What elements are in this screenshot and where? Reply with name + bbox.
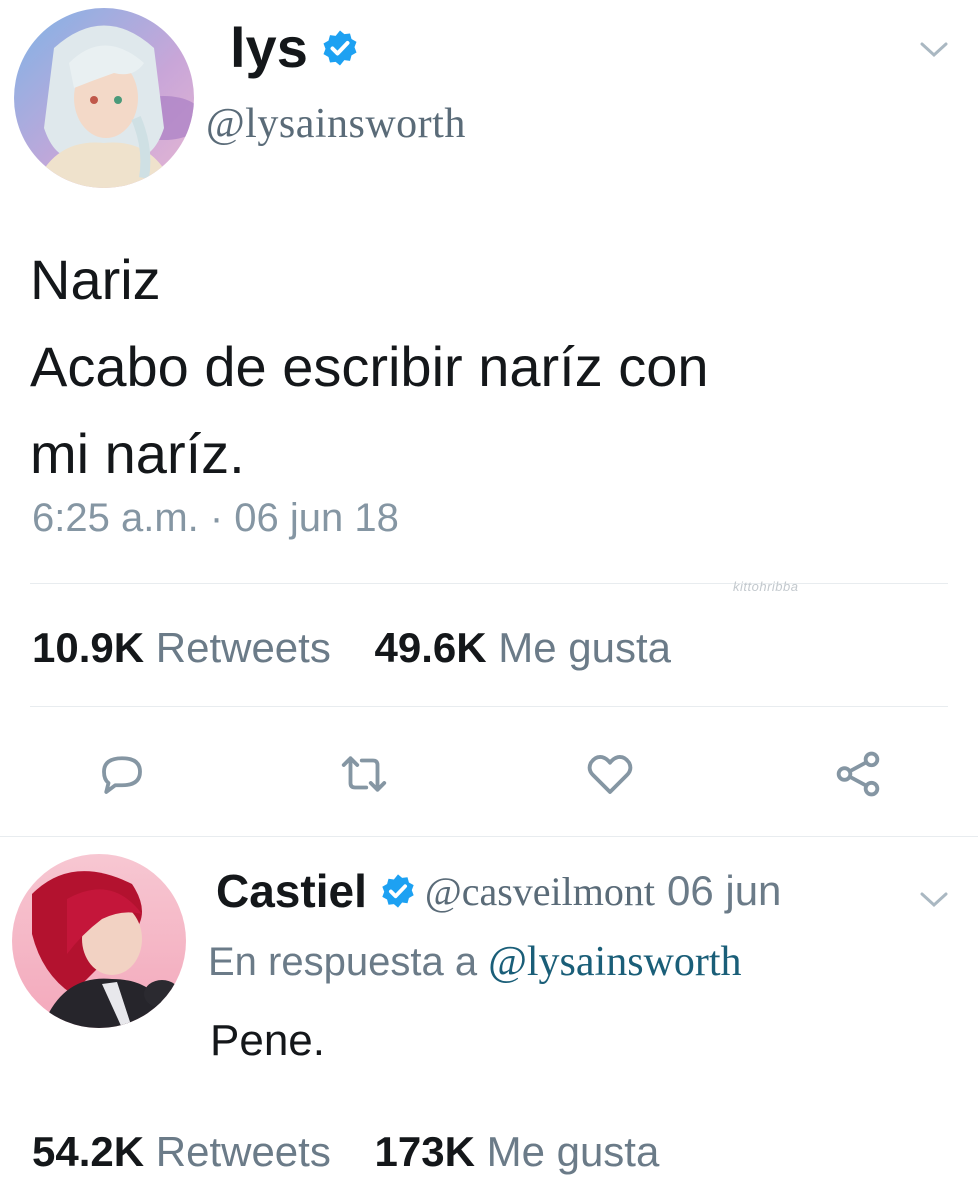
author-display-name[interactable]: lys [230, 16, 308, 80]
reply-author-handle[interactable]: @casveilmont [425, 868, 655, 915]
tweet-timestamp[interactable]: 6:25 a.m. · 06 jun 18 [32, 496, 399, 541]
tweet-text: Nariz Acabo de escribir naríz con mi nar… [30, 236, 930, 497]
share-icon [836, 751, 880, 797]
verified-badge-icon [323, 30, 357, 66]
in-reply-to: En respuesta a @lysainsworth [208, 938, 742, 986]
avatar-lys[interactable] [14, 8, 194, 188]
retweet-label[interactable]: Retweets [156, 624, 331, 671]
like-button[interactable] [580, 744, 640, 804]
tweet-text-line: mi naríz. [30, 422, 245, 485]
verified-badge-icon [382, 874, 414, 908]
tweet-text-line: Acabo de escribir naríz con [30, 335, 709, 398]
in-reply-to-handle-link[interactable]: @lysainsworth [488, 939, 741, 985]
retweet-count[interactable]: 54.2K [32, 1128, 144, 1175]
author-handle[interactable]: @lysainsworth [206, 100, 466, 148]
like-count[interactable]: 49.6K [375, 624, 487, 671]
retweet-button[interactable] [334, 744, 394, 804]
share-button[interactable] [828, 744, 888, 804]
author-name-row: lys [230, 16, 360, 80]
reply-text: Pene. [210, 1016, 325, 1065]
reply-header: Castiel @casveilmont 06 jun [216, 864, 781, 918]
divider [30, 583, 948, 584]
divider [30, 706, 948, 707]
reply-stats: 54.2K Retweets 173K Me gusta [32, 1128, 691, 1176]
divider [0, 836, 978, 837]
avatar-castiel[interactable] [12, 854, 186, 1028]
tweet-stats: 10.9K Retweets 49.6K Me gusta [32, 624, 703, 672]
reply-author-name[interactable]: Castiel [216, 864, 367, 918]
chevron-down-icon[interactable] [918, 890, 950, 910]
tweet-text-line: Nariz [30, 248, 161, 311]
chevron-down-icon[interactable] [918, 40, 950, 60]
like-icon [587, 755, 633, 794]
tweet-actions [0, 744, 978, 804]
retweet-label[interactable]: Retweets [156, 1128, 331, 1175]
retweet-count[interactable]: 10.9K [32, 624, 144, 671]
watermark: kittohribba [733, 579, 799, 594]
reply-button[interactable] [92, 744, 152, 804]
tweet-screenshot: lys @lysainsworth Nariz Acabo de escribi… [0, 0, 978, 1200]
reply-icon [102, 756, 142, 794]
retweet-icon [341, 756, 387, 792]
in-reply-to-prefix: En respuesta a [208, 940, 478, 984]
like-label[interactable]: Me gusta [487, 1128, 660, 1175]
like-label[interactable]: Me gusta [498, 624, 671, 671]
like-count[interactable]: 173K [375, 1128, 475, 1175]
reply-date[interactable]: 06 jun [667, 867, 781, 915]
